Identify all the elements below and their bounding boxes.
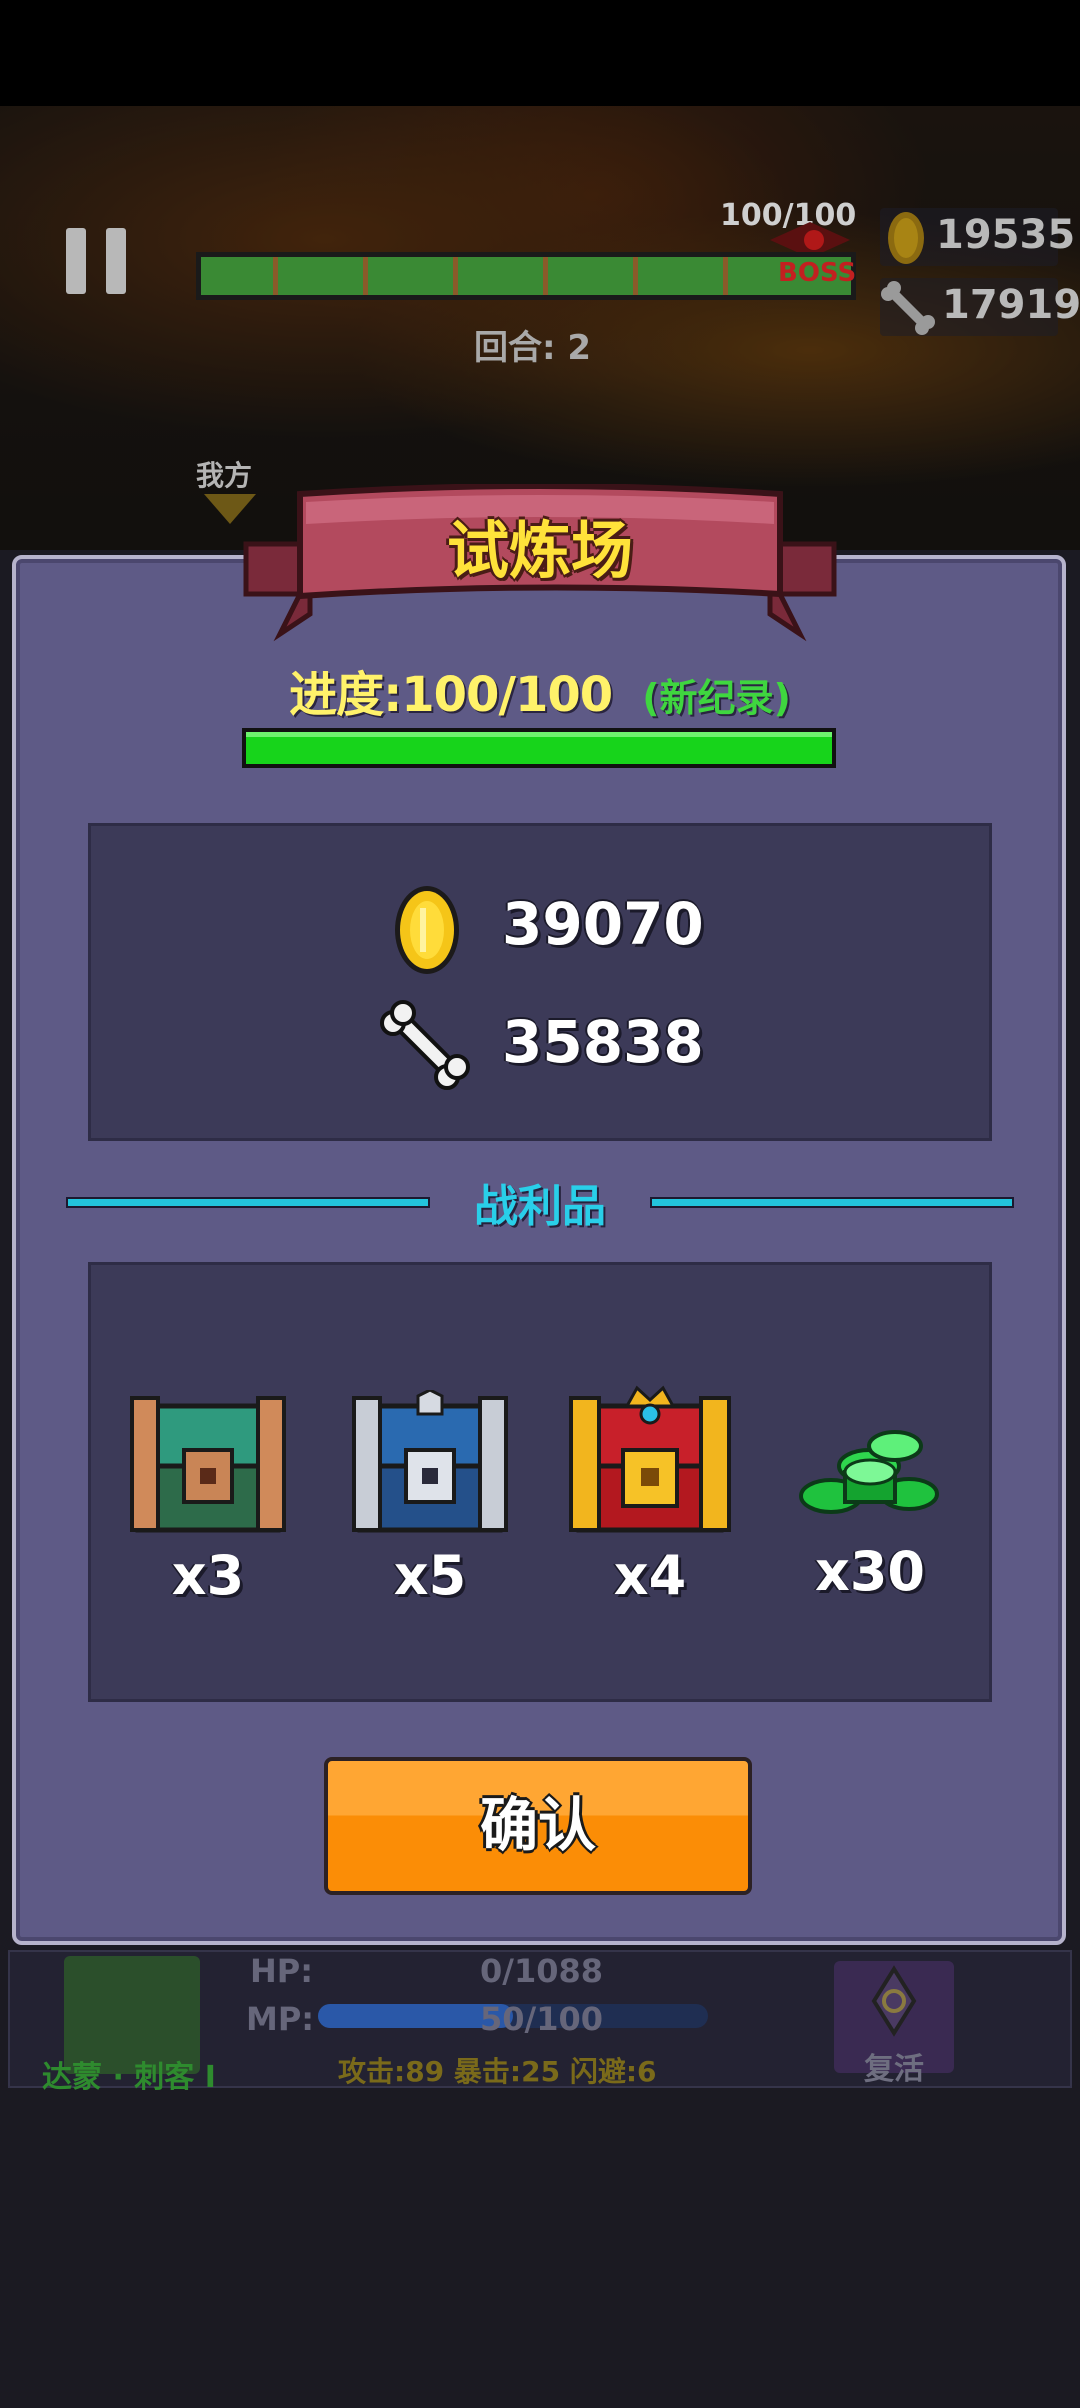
progress-row: 进度:100/100 (新纪录) bbox=[0, 655, 1080, 725]
loot-qty: x4 bbox=[613, 1544, 687, 1607]
green-treasure-chest-icon bbox=[130, 1396, 286, 1533]
golden-red-treasure-chest-icon bbox=[569, 1385, 731, 1533]
progress-label: 进度:100/100 bbox=[289, 667, 613, 723]
progress-bar bbox=[242, 728, 836, 768]
loot-item: x4 bbox=[560, 1384, 740, 1607]
green-gems-icon bbox=[799, 1430, 939, 1514]
character-name: 达蒙 · 刺客 I bbox=[42, 2060, 216, 2095]
new-record-label: (新纪录) bbox=[642, 676, 791, 720]
boss-hp-bar bbox=[196, 252, 856, 300]
loot-item: x30 bbox=[780, 1396, 960, 1603]
confirm-button[interactable]: 确认 bbox=[324, 1757, 752, 1895]
hp-label: HP: bbox=[250, 1952, 314, 1990]
progress-fill bbox=[246, 732, 832, 764]
character-stats: 攻击:89 暴击:25 闪避:6 bbox=[338, 2055, 657, 2088]
round-counter: 回合: 2 bbox=[474, 328, 592, 368]
revive-label: 复活 bbox=[864, 2052, 924, 2087]
pause-icon[interactable] bbox=[66, 228, 126, 294]
loot-qty: x30 bbox=[815, 1540, 925, 1603]
bone-icon bbox=[380, 1000, 470, 1090]
loot-item: x3 bbox=[118, 1390, 298, 1607]
revive-icon bbox=[871, 1965, 917, 2037]
loot-title: 战利品 bbox=[474, 1181, 606, 1232]
mp-value: 50/100 bbox=[480, 2000, 604, 2038]
bone-value: 17919 bbox=[942, 282, 1080, 328]
loot-item: x5 bbox=[340, 1388, 520, 1607]
gold-coin-icon bbox=[888, 212, 924, 264]
blue-silver-treasure-chest-icon bbox=[352, 1388, 508, 1533]
dialog-title: 试炼场 bbox=[446, 514, 633, 587]
loot-qty: x3 bbox=[171, 1544, 245, 1607]
loot-qty: x5 bbox=[393, 1544, 467, 1607]
status-bar bbox=[0, 0, 1080, 106]
bone-icon bbox=[881, 281, 935, 335]
gold-value: 19535 bbox=[936, 212, 1076, 258]
gold-coin-icon bbox=[395, 886, 459, 974]
boss-badge: BOSS bbox=[778, 258, 857, 288]
reward-gold-value: 39070 bbox=[502, 890, 704, 958]
reward-bone-value: 35838 bbox=[502, 1008, 704, 1076]
boss-hp-fill bbox=[201, 257, 851, 295]
hp-value: 0/1088 bbox=[480, 1952, 604, 1990]
reward-panel bbox=[88, 823, 992, 1141]
mp-label: MP: bbox=[246, 2000, 315, 2038]
